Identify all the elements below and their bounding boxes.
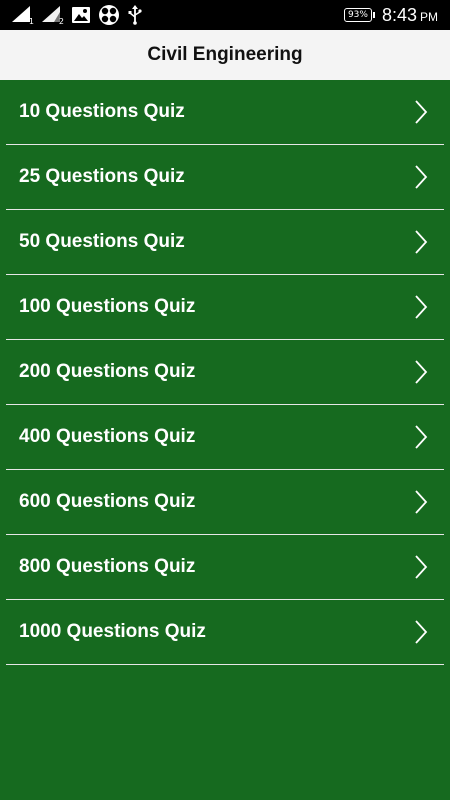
quiz-item-50[interactable]: 50 Questions Quiz [6,210,444,275]
quiz-item-200[interactable]: 200 Questions Quiz [6,340,444,405]
chevron-right-icon [415,620,428,644]
quiz-item-800[interactable]: 800 Questions Quiz [6,535,444,600]
quiz-item-label: 50 Questions Quiz [19,231,185,252]
app-notification-icon [99,5,119,25]
chevron-right-icon [415,425,428,449]
chevron-right-icon [415,555,428,579]
status-icons-right: 93% 8:43 PM [343,5,438,26]
quiz-item-label: 1000 Questions Quiz [19,621,206,642]
chevron-right-icon [415,100,428,124]
chevron-right-icon [415,165,428,189]
chevron-right-icon [415,295,428,319]
usb-icon [128,5,142,25]
quiz-item-label: 100 Questions Quiz [19,296,196,317]
status-bar: 1 2 93% 8:43 PM [0,0,450,30]
sim2-label: 2 [58,17,64,26]
clock-ampm: PM [420,9,438,24]
quiz-item-label: 600 Questions Quiz [19,491,196,512]
signal-sim2-icon: 2 [42,6,64,26]
quiz-list: 10 Questions Quiz 25 Questions Quiz 50 Q… [6,80,444,665]
image-icon [72,7,90,23]
quiz-item-400[interactable]: 400 Questions Quiz [6,405,444,470]
quiz-item-label: 10 Questions Quiz [19,101,185,122]
signal-sim1-icon: 1 [12,6,34,26]
quiz-item-600[interactable]: 600 Questions Quiz [6,470,444,535]
quiz-item-label: 200 Questions Quiz [19,361,196,382]
battery-icon: 93% [343,8,375,22]
chevron-right-icon [415,360,428,384]
chevron-right-icon [415,230,428,254]
quiz-item-label: 25 Questions Quiz [19,166,185,187]
quiz-item-25[interactable]: 25 Questions Quiz [6,145,444,210]
app-bar: Civil Engineering [0,30,450,80]
sim1-label: 1 [28,17,34,26]
chevron-right-icon [415,490,428,514]
quiz-item-100[interactable]: 100 Questions Quiz [6,275,444,340]
quiz-item-1000[interactable]: 1000 Questions Quiz [6,600,444,665]
status-icons-left: 1 2 [12,5,142,26]
clock: 8:43 PM [382,5,438,26]
page-title: Civil Engineering [147,44,303,65]
quiz-item-label: 400 Questions Quiz [19,426,196,447]
quiz-item-10[interactable]: 10 Questions Quiz [6,80,444,145]
clock-time: 8:43 [381,4,417,25]
quiz-item-label: 800 Questions Quiz [19,556,196,577]
